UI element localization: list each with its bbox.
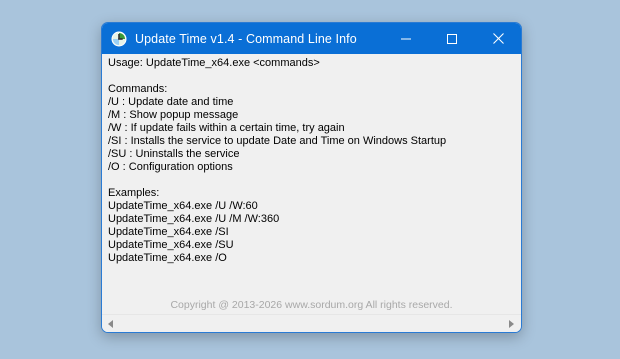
examples-header: Examples:: [108, 187, 160, 199]
window-title: Update Time v1.4 - Command Line Info: [135, 31, 357, 46]
scroll-left-icon: [108, 320, 113, 328]
caption-buttons: [383, 23, 521, 54]
command-line: /W : If update fails within a certain ti…: [108, 122, 345, 134]
title-bar[interactable]: Update Time v1.4 - Command Line Info: [102, 23, 521, 54]
horizontal-scrollbar[interactable]: [102, 314, 521, 332]
close-button[interactable]: [475, 23, 521, 54]
example-line: UpdateTime_x64.exe /SI: [108, 226, 229, 238]
app-clock-icon: [111, 31, 127, 47]
command-line: /M : Show popup message: [108, 109, 239, 121]
command-line: /O : Configuration options: [108, 161, 233, 173]
example-line: UpdateTime_x64.exe /U /M /W:360: [108, 213, 280, 225]
close-icon: [492, 33, 504, 44]
scroll-right-button[interactable]: [507, 319, 517, 329]
example-line: UpdateTime_x64.exe /U /W:60: [108, 200, 258, 212]
maximize-button[interactable]: [429, 23, 475, 54]
command-line: /SU : Uninstalls the service: [108, 148, 240, 160]
command-line: /U : Update date and time: [108, 96, 234, 108]
minimize-button[interactable]: [383, 23, 429, 54]
example-line: UpdateTime_x64.exe /O: [108, 252, 227, 264]
copyright-text: Copyright @ 2013-2026 www.sordum.org All…: [170, 299, 453, 311]
command-line-info-window: Update Time v1.4 - Command Line Info Usa…: [101, 22, 522, 333]
maximize-icon: [447, 33, 457, 44]
usage-line: Usage: UpdateTime_x64.exe <commands>: [108, 57, 320, 69]
scroll-left-button[interactable]: [106, 319, 116, 329]
info-text-area[interactable]: Usage: UpdateTime_x64.exe <commands> Com…: [102, 54, 521, 315]
command-line: /SI : Installs the service to update Dat…: [108, 135, 447, 147]
example-line: UpdateTime_x64.exe /SU: [108, 239, 234, 251]
scroll-right-icon: [509, 320, 514, 328]
minimize-icon: [401, 38, 411, 39]
commands-header: Commands:: [108, 83, 168, 95]
